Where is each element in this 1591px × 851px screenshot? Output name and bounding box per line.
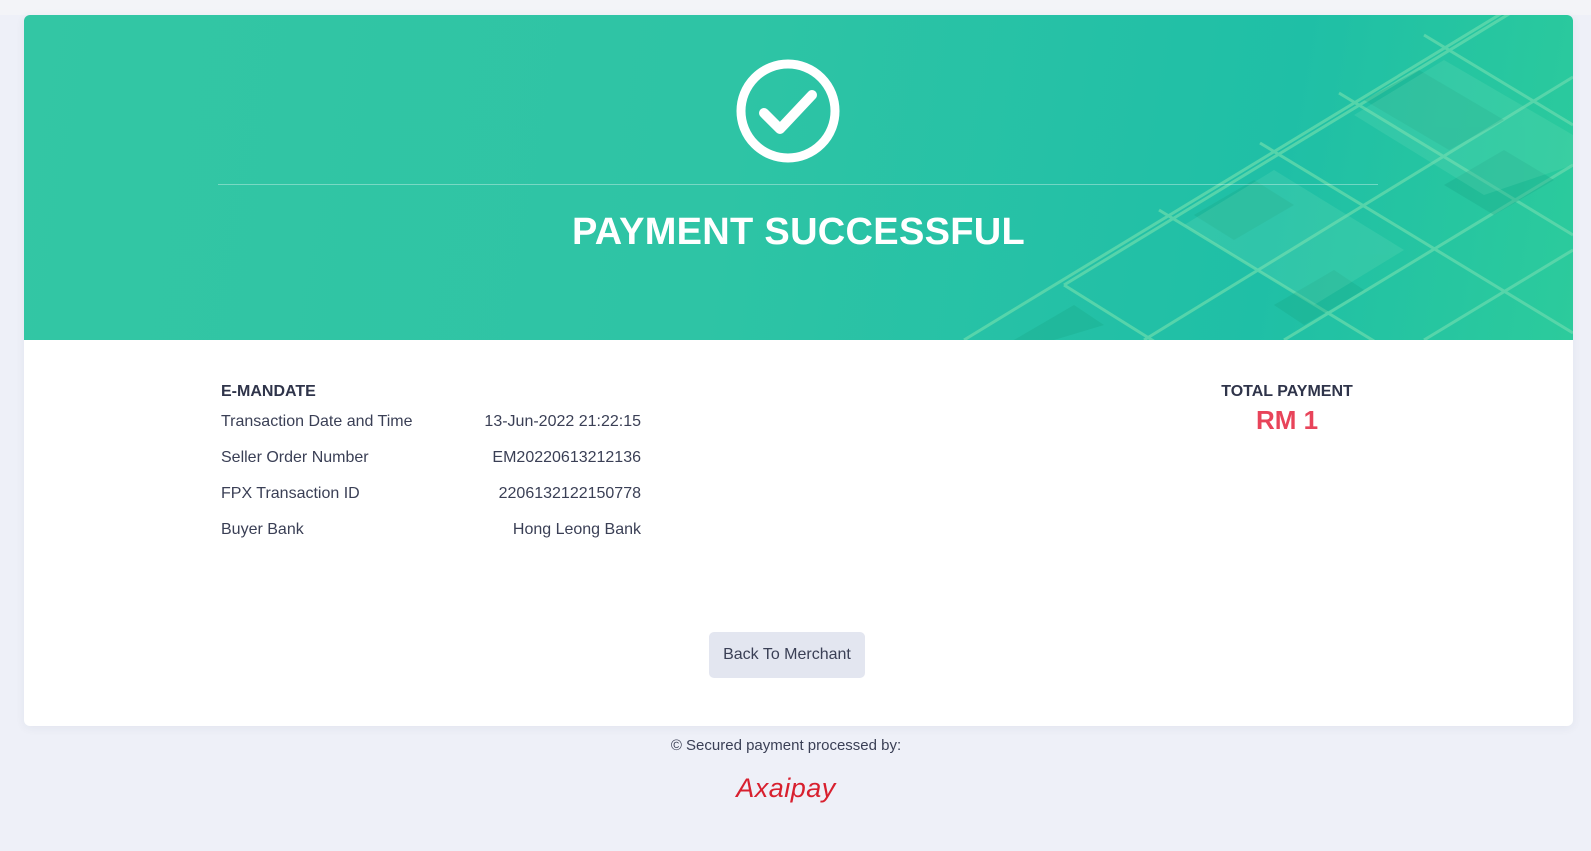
detail-label: FPX Transaction ID <box>221 485 360 502</box>
total-payment-amount: RM 1 <box>1255 405 1319 435</box>
detail-row-seller-order: Seller Order Number EM20220613212136 <box>221 449 641 469</box>
top-strip <box>0 0 1591 15</box>
detail-value: Hong Leong Bank <box>512 521 641 538</box>
detail-value: 2206132122150778 <box>498 485 641 502</box>
detail-label: Seller Order Number <box>221 449 369 466</box>
detail-row-transaction-date: Transaction Date and Time 13-Jun-2022 21… <box>221 413 641 433</box>
section-title: E-MANDATE <box>221 383 316 400</box>
banner-divider <box>218 184 1378 185</box>
detail-label: Transaction Date and Time <box>221 413 413 430</box>
detail-value: EM20220613212136 <box>492 449 641 466</box>
footer-secured-text: © Secured payment processed by: <box>670 737 902 754</box>
axaipay-logo: Axaipay <box>736 773 836 803</box>
detail-label: Buyer Bank <box>221 521 304 538</box>
receipt-card: PAYMENT SUCCESSFUL E-MANDATE Transaction… <box>24 15 1573 726</box>
payment-status-title: PAYMENT SUCCESSFUL <box>571 211 1025 253</box>
check-circle-icon <box>736 59 840 163</box>
back-to-merchant-button[interactable]: Back To Merchant <box>709 632 865 678</box>
success-banner: PAYMENT SUCCESSFUL <box>24 15 1573 340</box>
detail-value: 13-Jun-2022 21:22:15 <box>484 413 641 430</box>
total-payment-label: TOTAL PAYMENT <box>1221 383 1353 400</box>
detail-row-buyer-bank: Buyer Bank Hong Leong Bank <box>221 521 641 541</box>
detail-row-fpx-id: FPX Transaction ID 2206132122150778 <box>221 485 641 505</box>
